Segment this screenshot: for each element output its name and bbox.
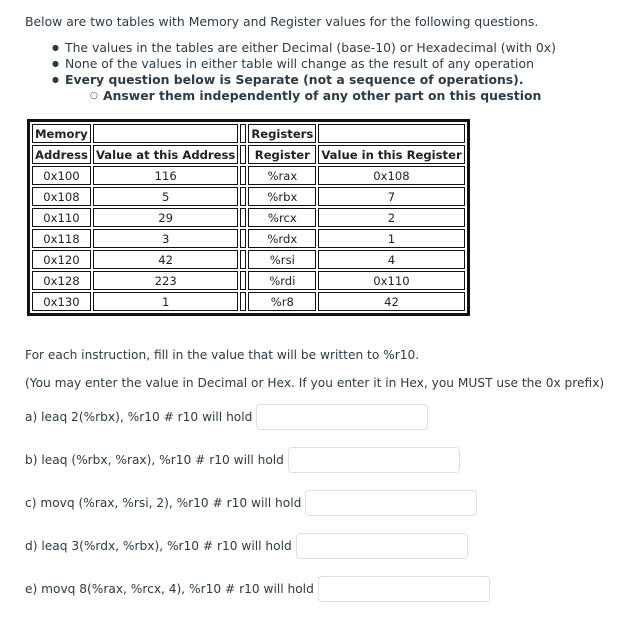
registers-title: Registers [248,124,317,143]
header-register: Register [248,145,317,164]
question-e-label: e) movq 8(%rax, %rcx, 4), %r10 # r10 wil… [25,582,314,596]
sub-bullet-item: Answer them independently of any other p… [90,88,556,104]
question-c-answer-input[interactable] [305,490,478,516]
question-c-label: c) movq (%rax, %rsi, 2), %r10 # r10 will… [25,496,302,510]
register-cell: %rdx [248,229,317,248]
separator-cell [240,166,247,185]
instructions-text: For each instruction, fill in the value … [25,348,420,362]
register-cell: %rcx [248,208,317,227]
question-d: d) leaq 3(%rdx, %rbx), %r10 # r10 will h… [25,533,468,559]
empty-cell [92,124,239,143]
register-value-cell: 42 [318,292,465,311]
memory-value-cell: 1 [92,292,239,311]
register-cell: %rsi [248,250,317,269]
address-cell: 0x110 [32,208,91,227]
question-b-answer-input[interactable] [287,447,460,473]
memory-value-cell: 116 [92,166,239,185]
question-a-label: a) leaq 2(%rbx), %r10 # r10 will hold [25,410,253,424]
table-row: 0x110 29 %rcx 2 [32,208,465,227]
question-c: c) movq (%rax, %rsi, 2), %r10 # r10 will… [25,490,478,516]
bullet-item: The values in the tables are either Deci… [52,40,556,56]
memory-value-cell: 223 [92,271,239,290]
table-row: 0x120 42 %rsi 4 [32,250,465,269]
separator-cell [240,187,247,206]
question-d-answer-input[interactable] [295,533,468,559]
separator-cell [240,208,247,227]
separator-cell [240,292,247,311]
address-cell: 0x120 [32,250,91,269]
bullet-item: None of the values in either table will … [52,56,556,72]
empty-cell [318,124,465,143]
address-cell: 0x100 [32,166,91,185]
register-cell: %rbx [248,187,317,206]
register-value-cell: 0x110 [318,271,465,290]
question-a: a) leaq 2(%rbx), %r10 # r10 will hold [25,404,429,430]
separator-cell [240,124,247,143]
table-row: 0x100 116 %rax 0x108 [32,166,465,185]
register-cell: %rdi [248,271,317,290]
header-value-at-address: Value at this Address [92,145,239,164]
register-value-cell: 7 [318,187,465,206]
question-d-label: d) leaq 3(%rdx, %rbx), %r10 # r10 will h… [25,539,292,553]
table-row: 0x108 5 %rbx 7 [32,187,465,206]
memory-value-cell: 3 [92,229,239,248]
address-cell: 0x118 [32,229,91,248]
register-cell: %rax [248,166,317,185]
separator-cell [240,229,247,248]
header-address: Address [32,145,91,164]
bullet-text: Every question below is Separate (not a … [65,72,524,87]
hint-text: (You may enter the value in Decimal or H… [25,376,605,390]
question-e: e) movq 8(%rax, %rcx, 4), %r10 # r10 wil… [25,576,490,602]
sub-list: Answer them independently of any other p… [65,88,556,104]
instructions-list: The values in the tables are either Deci… [52,40,556,104]
table-row: 0x130 1 %r8 42 [32,292,465,311]
memory-title: Memory [32,124,91,143]
memory-value-cell: 5 [92,187,239,206]
table-header-row: Address Value at this Address Register V… [32,145,465,164]
memory-value-cell: 29 [92,208,239,227]
address-cell: 0x130 [32,292,91,311]
register-value-cell: 1 [318,229,465,248]
table-row: 0x128 223 %rdi 0x110 [32,271,465,290]
question-b-label: b) leaq (%rbx, %rax), %r10 # r10 will ho… [25,453,284,467]
memory-register-table: Memory Registers Address Value at this A… [27,119,470,316]
address-cell: 0x108 [32,187,91,206]
register-cell: %r8 [248,292,317,311]
question-e-answer-input[interactable] [317,576,490,602]
memory-value-cell: 42 [92,250,239,269]
question-b: b) leaq (%rbx, %rax), %r10 # r10 will ho… [25,447,460,473]
address-cell: 0x128 [32,271,91,290]
table-row: 0x118 3 %rdx 1 [32,229,465,248]
separator-cell [240,145,247,164]
register-value-cell: 2 [318,208,465,227]
register-value-cell: 0x108 [318,166,465,185]
separator-cell [240,250,247,269]
header-value-in-register: Value in this Register [318,145,465,164]
intro-text: Below are two tables with Memory and Reg… [25,14,539,29]
table-title-row: Memory Registers [32,124,465,143]
register-value-cell: 4 [318,250,465,269]
separator-cell [240,271,247,290]
question-a-answer-input[interactable] [256,404,429,430]
bullet-item-bold: Every question below is Separate (not a … [52,72,556,104]
